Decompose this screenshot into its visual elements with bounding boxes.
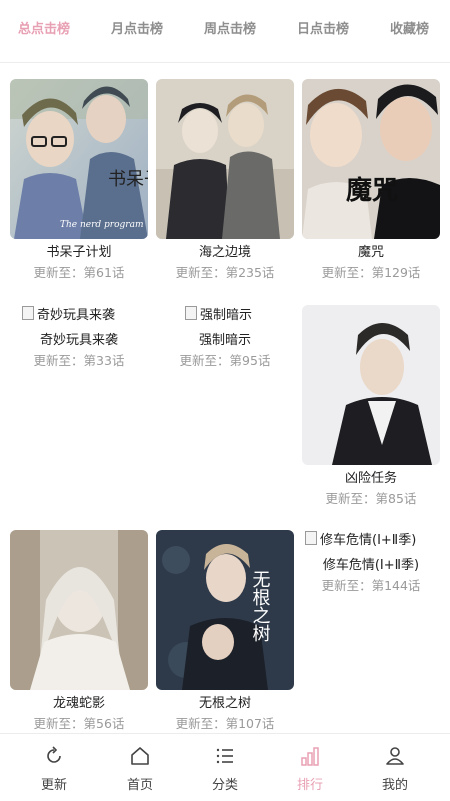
comic-update: 更新至：第33话 bbox=[33, 353, 125, 368]
broken-image-icon bbox=[22, 306, 34, 320]
tab-daily-clicks[interactable]: 日点击榜 bbox=[297, 20, 349, 40]
nav-mine[interactable]: 我的 bbox=[350, 734, 440, 801]
comic-card[interactable]: 奇妙玩具来袭 奇妙玩具来袭 更新至：第33话 bbox=[10, 305, 148, 371]
broken-cover-image[interactable]: 奇妙玩具来袭 bbox=[10, 305, 148, 327]
comic-title[interactable]: 海之边境 bbox=[156, 243, 294, 263]
nav-category[interactable]: 分类 bbox=[180, 734, 270, 801]
cover-title-text: 无根之树 bbox=[250, 570, 271, 642]
comic-title[interactable]: 凶险任务 bbox=[302, 469, 440, 489]
comic-card[interactable]: 无根之树 无根之树 更新至：第107话 bbox=[156, 530, 294, 733]
comic-cover[interactable]: 书呆子计划 The nerd program bbox=[10, 79, 148, 239]
comic-update: 更新至：第144话 bbox=[321, 578, 421, 593]
comic-title[interactable]: 修车危情(Ⅰ+Ⅱ季) bbox=[302, 556, 440, 576]
comic-title[interactable]: 魔咒 bbox=[302, 243, 440, 263]
comic-title[interactable]: 奇妙玩具来袭 bbox=[10, 331, 148, 351]
comic-card[interactable]: 书呆子计划 The nerd program 书呆子计划 更新至：第61话 bbox=[10, 79, 148, 283]
nav-home[interactable]: 首页 bbox=[95, 734, 185, 801]
bar-chart-icon bbox=[301, 747, 319, 766]
nav-label: 首页 bbox=[126, 778, 153, 793]
user-icon bbox=[386, 747, 404, 765]
comic-card[interactable]: 强制暗示 强制暗示 更新至：第95话 bbox=[156, 305, 294, 371]
nav-label: 分类 bbox=[211, 778, 238, 793]
comic-title[interactable]: 书呆子计划 bbox=[10, 243, 148, 263]
comic-update: 更新至：第85话 bbox=[325, 491, 417, 506]
broken-image-icon bbox=[185, 306, 197, 320]
comic-cover[interactable] bbox=[156, 79, 294, 239]
tab-total-clicks[interactable]: 总点击榜 bbox=[18, 20, 70, 40]
cover-alt-text: 强制暗示 bbox=[200, 308, 253, 323]
nav-label: 排行 bbox=[296, 778, 323, 793]
nav-ranking[interactable]: 排行 bbox=[265, 734, 355, 801]
home-icon bbox=[131, 747, 149, 765]
comic-title[interactable]: 无根之树 bbox=[156, 694, 294, 714]
refresh-icon bbox=[47, 746, 61, 763]
ranking-tabs: 总点击榜 月点击榜 周点击榜 日点击榜 收藏榜 bbox=[0, 0, 450, 63]
cover-title-text: 书呆子计划 bbox=[108, 169, 148, 190]
cover-title-text: 魔咒 bbox=[346, 176, 398, 206]
comic-cover[interactable] bbox=[10, 530, 148, 690]
comic-card[interactable]: 魔咒 魔咒 更新至：第129话 bbox=[302, 79, 440, 283]
cover-alt-text: 修车危情(Ⅰ+Ⅱ季) bbox=[320, 533, 417, 548]
broken-cover-image[interactable]: 强制暗示 bbox=[156, 305, 294, 327]
comic-update: 更新至：第61话 bbox=[33, 265, 125, 280]
comic-title[interactable]: 龙魂蛇影 bbox=[10, 694, 148, 714]
bottom-nav: 更新 首页 分类 排行 我的 bbox=[0, 733, 450, 801]
comic-update: 更新至：第107话 bbox=[175, 716, 275, 731]
nav-label: 更新 bbox=[40, 778, 67, 793]
broken-image-icon bbox=[305, 531, 317, 545]
comic-update: 更新至：第235话 bbox=[175, 265, 275, 280]
comic-grid: 书呆子计划 The nerd program 书呆子计划 更新至：第61话 海之… bbox=[0, 63, 450, 733]
nav-update[interactable]: 更新 bbox=[9, 734, 99, 801]
comic-card[interactable]: 海之边境 更新至：第235话 bbox=[156, 79, 294, 283]
comic-card[interactable]: 龙魂蛇影 更新至：第56话 bbox=[10, 530, 148, 733]
nav-label: 我的 bbox=[381, 778, 408, 793]
cover-subtitle-text: The nerd program bbox=[60, 220, 143, 230]
comic-update: 更新至：第129话 bbox=[321, 265, 421, 280]
tab-favorites[interactable]: 收藏榜 bbox=[390, 20, 429, 40]
tab-monthly-clicks[interactable]: 月点击榜 bbox=[111, 20, 163, 40]
comic-cover[interactable]: 魔咒 bbox=[302, 79, 440, 239]
comic-card[interactable]: 修车危情(Ⅰ+Ⅱ季) 修车危情(Ⅰ+Ⅱ季) 更新至：第144话 bbox=[302, 530, 440, 596]
comic-cover[interactable]: 无根之树 bbox=[156, 530, 294, 690]
comic-card[interactable]: 凶险任务 更新至：第85话 bbox=[302, 305, 440, 509]
broken-cover-image[interactable]: 修车危情(Ⅰ+Ⅱ季) bbox=[302, 530, 440, 552]
comic-update: 更新至：第56话 bbox=[33, 716, 125, 731]
comic-cover[interactable] bbox=[302, 305, 440, 465]
cover-alt-text: 奇妙玩具来袭 bbox=[37, 308, 116, 323]
tab-weekly-clicks[interactable]: 周点击榜 bbox=[204, 20, 256, 40]
comic-update: 更新至：第95话 bbox=[179, 353, 271, 368]
comic-title[interactable]: 强制暗示 bbox=[156, 331, 294, 351]
list-icon bbox=[216, 748, 233, 764]
